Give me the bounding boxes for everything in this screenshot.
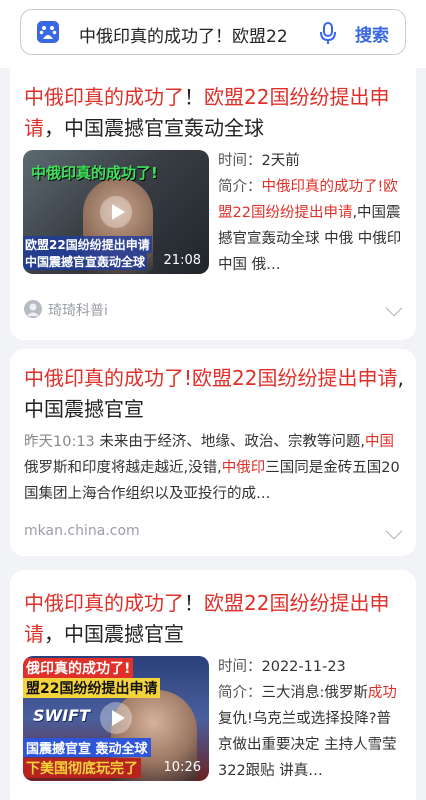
title-highlight: 中俄印真的成功了!欧盟22国纷纷提出申请 xyxy=(24,366,398,390)
title-text: ！ xyxy=(184,591,204,615)
top-bar: 中俄印真的成功了！欧盟22 搜索 xyxy=(0,0,426,68)
microphone-icon[interactable] xyxy=(317,21,339,45)
result-card[interactable]: 中俄印真的成功了!欧盟22国纷纷提出申请,中国震撼官宣 昨天10:13 未来由于… xyxy=(10,349,416,556)
snippet-text: 俄罗斯和印度将越走越近,没错, xyxy=(24,460,222,476)
time-value: 2022-11-23 xyxy=(261,659,346,675)
video-duration: 21:08 xyxy=(163,253,201,268)
play-icon[interactable] xyxy=(100,196,132,228)
baidu-logo-icon xyxy=(37,21,59,43)
result-snippet: 昨天10:13 未来由于经济、地缘、政治、宗教等问题,中国俄罗斯和印度将越走越近… xyxy=(24,429,404,507)
result-card[interactable]: 中俄印真的成功了！欧盟22国纷纷提出申请，中国震撼官宣轰动全球 中俄印真的成功了… xyxy=(10,68,416,340)
time-label: 时间： xyxy=(218,659,262,675)
author-name[interactable]: 琦琦科普i xyxy=(48,300,108,320)
search-box[interactable]: 中俄印真的成功了！欧盟22 搜索 xyxy=(20,9,406,55)
thumb-caption: SWIFT xyxy=(33,706,90,725)
snippet-text: 未来由于经济、地缘、政治、宗教等问题, xyxy=(94,434,366,450)
result-title[interactable]: 中俄印真的成功了！欧盟22国纷纷提出申请，中国震撼官宣 xyxy=(24,588,404,650)
thumb-caption: 欧盟22国纷纷提出申请 xyxy=(23,236,152,253)
thumb-caption: 盟22国纷纷提出申请 xyxy=(23,678,161,698)
thumb-caption: 国震撼官宣 轰动全球 xyxy=(23,738,151,757)
summary-label: 简介： xyxy=(218,179,262,195)
source-url[interactable]: mkan.china.com xyxy=(24,523,140,539)
thumb-caption: 俄印真的成功了! xyxy=(23,658,134,678)
result-card[interactable]: 中俄印真的成功了！欧盟22国纷纷提出申请，中国震撼官宣 俄印真的成功了! 盟22… xyxy=(10,570,416,800)
summary-text: 复仇!乌克兰或选择投降?普京做出重要决定 主持人雪莹322跟贴 讲真… xyxy=(218,711,397,779)
summary-highlight: 成功 xyxy=(367,685,397,701)
more-chevron-icon[interactable] xyxy=(385,299,403,317)
author-avatar xyxy=(24,300,42,318)
more-chevron-icon[interactable] xyxy=(385,522,403,540)
snippet-highlight: 中国 xyxy=(365,434,395,450)
video-thumbnail[interactable]: 俄印真的成功了! 盟22国纷纷提出申请 SWIFT 国震撼官宣 轰动全球 下美国… xyxy=(23,656,209,781)
play-icon[interactable] xyxy=(100,702,132,734)
video-thumbnail[interactable]: 中俄印真的成功了! 欧盟22国纷纷提出申请 中国震撼官宣轰动全球 21:08 xyxy=(23,150,209,274)
result-title[interactable]: 中俄印真的成功了！欧盟22国纷纷提出申请，中国震撼官宣轰动全球 xyxy=(24,82,404,144)
thumb-caption: 中俄印真的成功了! xyxy=(31,164,158,182)
thumb-caption: 下美国彻底玩完了 xyxy=(23,758,141,778)
summary-text: 三大消息:俄罗斯 xyxy=(261,685,368,701)
search-button[interactable]: 搜索 xyxy=(355,21,389,46)
snippet-date: 昨天10:13 xyxy=(24,434,95,450)
search-input[interactable]: 中俄印真的成功了！欧盟22 xyxy=(79,22,309,47)
time-label: 时间： xyxy=(218,153,262,169)
snippet-highlight: 中俄印 xyxy=(221,460,266,476)
result-title[interactable]: 中俄印真的成功了!欧盟22国纷纷提出申请,中国震撼官宣 xyxy=(24,363,404,425)
result-meta: 时间：2022-11-23 简介：三大消息:俄罗斯成功复仇!乌克兰或选择投降?普… xyxy=(218,654,402,784)
result-meta: 时间：2天前 简介：中俄印真的成功了!欧盟22国纷纷提出申请,中国震撼官宣轰动全… xyxy=(218,148,402,278)
summary-label: 简介： xyxy=(218,685,262,701)
title-highlight: 中俄印真的成功了 xyxy=(24,591,184,615)
video-duration: 10:26 xyxy=(163,760,201,775)
title-text: ！ xyxy=(184,85,204,109)
title-highlight: 中俄印真的成功了 xyxy=(24,85,184,109)
title-text: ，中国震撼官宣轰动全球 xyxy=(44,116,264,140)
thumb-caption: 中国震撼官宣轰动全球 xyxy=(23,253,148,270)
time-value: 2天前 xyxy=(261,153,300,169)
title-text: ，中国震撼官宣 xyxy=(44,622,184,646)
